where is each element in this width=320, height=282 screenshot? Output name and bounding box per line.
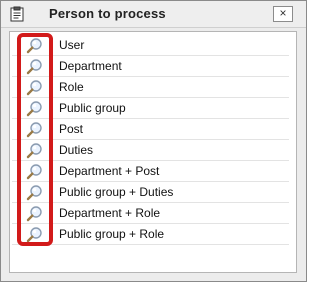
list-item[interactable]: Department [12, 56, 289, 77]
dialog-titlebar: Person to process × [1, 1, 306, 28]
list-item-label: Public group + Duties [59, 185, 174, 199]
list-item[interactable]: Public group + Duties [12, 182, 289, 203]
list-item[interactable]: Role [12, 77, 289, 98]
magnifier-column-highlight [17, 33, 53, 246]
list-item[interactable]: Duties [12, 140, 289, 161]
list-item-label: Department [59, 59, 122, 73]
list-item[interactable]: Department + Role [12, 203, 289, 224]
clipboard-icon [9, 6, 25, 22]
list-item-label: Role [59, 80, 84, 94]
list-item[interactable]: Public group [12, 98, 289, 119]
list-item[interactable]: Public group + Role [12, 224, 289, 245]
list-item-label: Public group + Role [59, 227, 165, 241]
list-item-label: Public group [59, 101, 126, 115]
close-button[interactable]: × [273, 6, 293, 22]
list-item-label: User [59, 38, 85, 52]
list-item-label: Post [59, 122, 84, 136]
list-item-label: Department + Role [59, 206, 161, 220]
list-item[interactable]: Department + Post [12, 161, 289, 182]
dialog-title: Person to process [49, 6, 166, 21]
list-item[interactable]: Post [12, 119, 289, 140]
list-item[interactable]: User [12, 35, 289, 56]
list-item-label: Department + Post [59, 164, 160, 178]
list-item-label: Duties [59, 143, 94, 157]
